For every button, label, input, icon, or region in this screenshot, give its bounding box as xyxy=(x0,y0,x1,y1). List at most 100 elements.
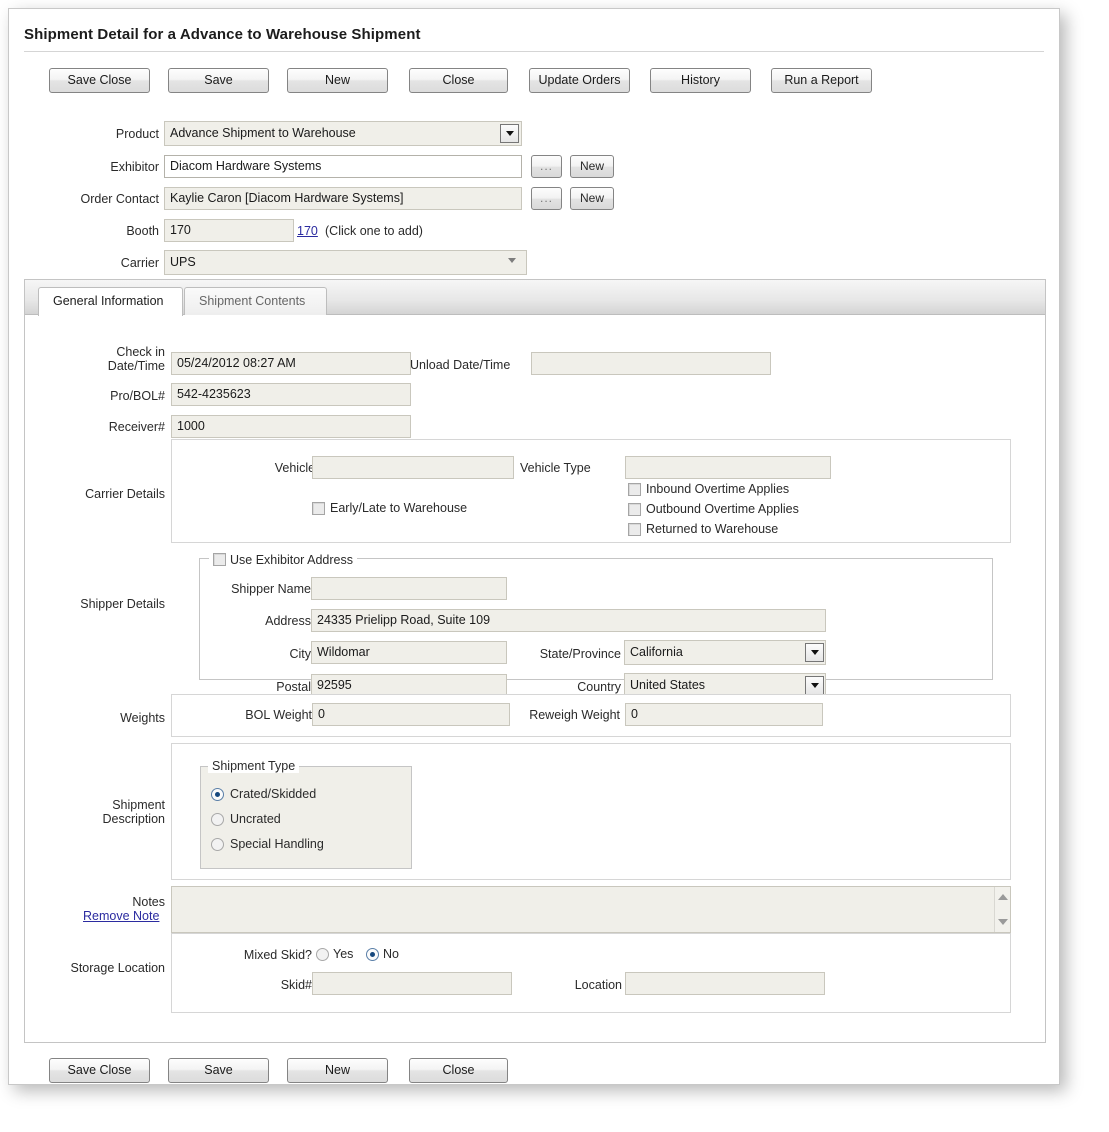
tab-body-general-information: Check in Date/Time 05/24/2012 08:27 AM U… xyxy=(25,315,1045,1042)
weights-section: BOL Weight 0 Reweigh Weight 0 xyxy=(171,694,1011,737)
city-input[interactable]: Wildomar xyxy=(311,641,507,664)
skid-number-input[interactable] xyxy=(312,972,512,995)
product-dropdown-arrow-icon[interactable] xyxy=(500,124,519,143)
shipment-type-legend: Shipment Type xyxy=(208,759,300,773)
bol-weight-input[interactable]: 0 xyxy=(312,703,510,726)
save-button[interactable]: Save xyxy=(168,68,269,93)
use-exhibitor-address-legend: Use Exhibitor Address xyxy=(209,551,357,567)
booth-number-link[interactable]: 170 xyxy=(297,224,318,238)
outbound-overtime-label: Outbound Overtime Applies xyxy=(646,502,799,516)
order-contact-input[interactable]: Kaylie Caron [Diacom Hardware Systems] xyxy=(164,187,522,210)
pro-bol-label: Pro/BOL# xyxy=(110,389,165,403)
page-title: Shipment Detail for a Advance to Warehou… xyxy=(24,26,421,43)
shipper-details-label: Shipper Details xyxy=(80,597,165,611)
booth-input[interactable]: 170 xyxy=(164,219,294,242)
save-button-bottom[interactable]: Save xyxy=(168,1058,269,1083)
scroll-up-arrow-icon[interactable] xyxy=(998,894,1008,900)
update-orders-button[interactable]: Update Orders xyxy=(529,68,630,93)
tab-shipment-contents[interactable]: Shipment Contents xyxy=(184,287,327,315)
exhibitor-input[interactable]: Diacom Hardware Systems xyxy=(164,155,522,178)
exhibitor-browse-button[interactable]: ... xyxy=(531,155,562,178)
shipment-type-uncrated-radio[interactable] xyxy=(211,813,224,826)
inbound-overtime-label: Inbound Overtime Applies xyxy=(646,482,790,496)
address-input[interactable]: 24335 Prielipp Road, Suite 109 xyxy=(311,609,826,632)
order-contact-browse-button[interactable]: ... xyxy=(531,187,562,210)
state-province-select[interactable]: California xyxy=(624,640,826,665)
check-in-datetime-input[interactable]: 05/24/2012 08:27 AM xyxy=(171,352,411,375)
scroll-down-arrow-icon[interactable] xyxy=(998,919,1008,925)
shipment-description-label: Shipment Description xyxy=(45,798,165,826)
new-button[interactable]: New xyxy=(287,68,388,93)
booth-hint: (Click one to add) xyxy=(325,224,423,238)
location-input[interactable] xyxy=(625,972,825,995)
tab-panel: General Information Shipment Contents Ch… xyxy=(24,279,1046,1043)
bottom-toolbar: Save Close Save New Close xyxy=(49,1058,669,1084)
title-bar: Shipment Detail for a Advance to Warehou… xyxy=(24,26,1044,52)
shipment-type-uncrated-label: Uncrated xyxy=(230,812,281,826)
carrier-details-section: Vehicle# Vehicle Type Early/Late to Ware… xyxy=(171,439,1011,543)
reweigh-weight-input[interactable]: 0 xyxy=(625,703,823,726)
carrier-dropdown-arrow-icon[interactable] xyxy=(501,251,523,272)
country-label: Country xyxy=(577,680,621,694)
remove-note-link[interactable]: Remove Note xyxy=(83,909,159,923)
screenshot-root: Shipment Detail for a Advance to Warehou… xyxy=(0,0,1109,1132)
shipment-type-crated-radio[interactable] xyxy=(211,788,224,801)
state-dropdown-arrow-icon[interactable] xyxy=(805,643,824,662)
pro-bol-input[interactable]: 542-4235623 xyxy=(171,383,411,406)
address-label: Address xyxy=(265,614,311,628)
bol-weight-label: BOL Weight xyxy=(245,708,312,722)
shipment-type-special-handling-radio[interactable] xyxy=(211,838,224,851)
notes-scrollbar[interactable] xyxy=(994,887,1010,932)
mixed-skid-yes-radio[interactable] xyxy=(316,948,329,961)
shipment-description-section: Shipment Type Crated/Skidded Uncrated Sp… xyxy=(171,743,1011,880)
state-province-label: State/Province xyxy=(539,647,621,661)
weights-label: Weights xyxy=(120,711,165,725)
vehicle-type-label: Vehicle Type xyxy=(520,461,591,475)
title-divider xyxy=(24,51,1044,52)
use-exhibitor-address-checkbox[interactable] xyxy=(213,553,226,566)
early-late-to-warehouse-checkbox[interactable] xyxy=(312,502,325,515)
shipper-name-input[interactable] xyxy=(311,577,507,600)
product-select[interactable]: Advance Shipment to Warehouse xyxy=(164,121,522,146)
exhibitor-new-button[interactable]: New xyxy=(570,155,614,178)
returned-to-warehouse-label: Returned to Warehouse xyxy=(646,522,779,536)
receiver-label: Receiver# xyxy=(108,420,165,434)
carrier-select[interactable]: UPS xyxy=(164,250,527,275)
mixed-skid-no-radio[interactable] xyxy=(366,948,379,961)
product-label: Product xyxy=(115,127,159,141)
order-contact-label: Order Contact xyxy=(80,192,159,206)
inbound-overtime-checkbox[interactable] xyxy=(628,483,641,496)
carrier-label: Carrier xyxy=(120,256,159,270)
unload-datetime-input[interactable] xyxy=(531,352,771,375)
receiver-input[interactable]: 1000 xyxy=(171,415,411,438)
new-button-bottom[interactable]: New xyxy=(287,1058,388,1083)
use-exhibitor-address-label: Use Exhibitor Address xyxy=(230,553,353,567)
tab-strip: General Information Shipment Contents xyxy=(25,280,1045,316)
booth-label: Booth xyxy=(126,224,159,238)
notes-label: Notes xyxy=(132,895,165,909)
vehicle-number-label: Vehicle# xyxy=(274,461,322,475)
tab-general-information[interactable]: General Information xyxy=(38,287,183,316)
check-in-label: Check in Date/Time xyxy=(45,345,165,373)
run-report-button[interactable]: Run a Report xyxy=(771,68,872,93)
history-button[interactable]: History xyxy=(650,68,751,93)
shipment-description-label-line1: Shipment xyxy=(112,798,165,812)
shipment-detail-window: Shipment Detail for a Advance to Warehou… xyxy=(8,8,1060,1085)
mixed-skid-yes-label: Yes xyxy=(333,947,354,961)
country-dropdown-arrow-icon[interactable] xyxy=(805,676,824,695)
outbound-overtime-checkbox[interactable] xyxy=(628,503,641,516)
skid-number-label: Skid# xyxy=(280,978,312,992)
shipment-description-label-line2: Description xyxy=(102,812,165,826)
returned-to-warehouse-checkbox[interactable] xyxy=(628,523,641,536)
close-button[interactable]: Close xyxy=(409,68,508,93)
shipment-type-crated-label: Crated/Skidded xyxy=(230,787,317,801)
vehicle-number-input[interactable] xyxy=(312,456,514,479)
shipment-type-special-handling-label: Special Handling xyxy=(230,837,324,851)
notes-textarea[interactable] xyxy=(171,886,1011,933)
save-close-button-bottom[interactable]: Save Close xyxy=(49,1058,150,1083)
carrier-details-label: Carrier Details xyxy=(85,487,165,501)
order-contact-new-button[interactable]: New xyxy=(570,187,614,210)
save-close-button[interactable]: Save Close xyxy=(49,68,150,93)
close-button-bottom[interactable]: Close xyxy=(409,1058,508,1083)
vehicle-type-input[interactable] xyxy=(625,456,831,479)
